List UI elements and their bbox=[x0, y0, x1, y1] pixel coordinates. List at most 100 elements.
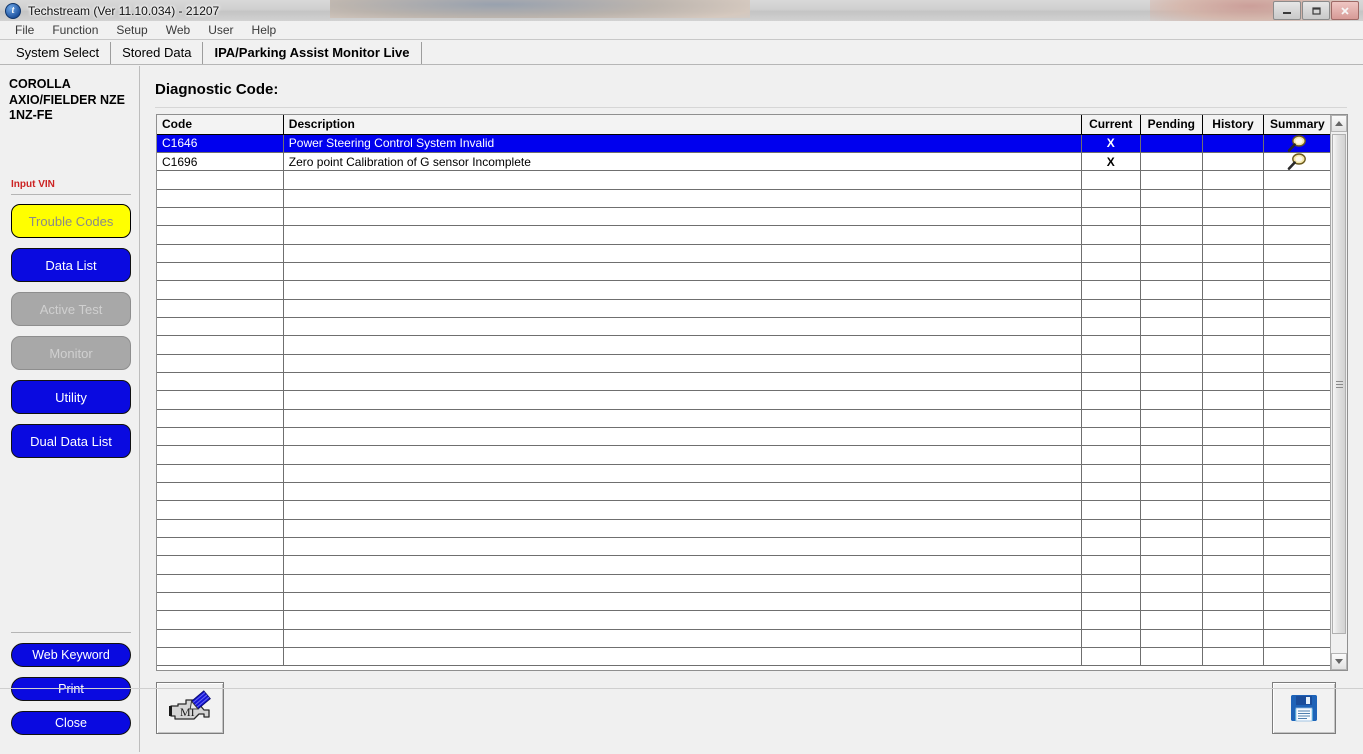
cell-code bbox=[157, 225, 284, 245]
table-row[interactable]: C1646 Power Steering Control System Inval… bbox=[157, 134, 1330, 153]
heading-divider bbox=[155, 107, 1347, 108]
restore-button[interactable] bbox=[1302, 1, 1330, 20]
cell-history bbox=[1202, 519, 1264, 539]
table-row-empty[interactable] bbox=[157, 207, 1330, 227]
scrollbar-thumb[interactable] bbox=[1332, 134, 1346, 634]
table-row-empty[interactable] bbox=[157, 372, 1330, 392]
table-row-empty[interactable] bbox=[157, 244, 1330, 263]
table-row[interactable]: C1696 Zero point Calibration of G sensor … bbox=[157, 152, 1330, 172]
table-row-empty[interactable] bbox=[157, 225, 1330, 245]
table-row-empty[interactable] bbox=[157, 610, 1330, 630]
cell-code bbox=[157, 574, 284, 594]
table-row-empty[interactable] bbox=[157, 317, 1330, 337]
cell-summary[interactable] bbox=[1263, 152, 1330, 172]
main-panel: Diagnostic Code: Code Description Curren… bbox=[141, 65, 1363, 754]
column-header-pending[interactable]: Pending bbox=[1140, 115, 1204, 135]
cell-description bbox=[283, 427, 1082, 447]
sidebar-button-close[interactable]: Close bbox=[11, 711, 131, 735]
titlebar-backdrop-blur bbox=[330, 0, 750, 18]
table-row-empty[interactable] bbox=[157, 170, 1330, 190]
cell-code bbox=[157, 610, 284, 630]
column-header-description[interactable]: Description bbox=[283, 115, 1082, 135]
table-row-empty[interactable] bbox=[157, 482, 1330, 502]
table-row-empty[interactable] bbox=[157, 500, 1330, 520]
cell-code bbox=[157, 519, 284, 539]
table-row-empty[interactable] bbox=[157, 555, 1330, 575]
table-vertical-scrollbar[interactable] bbox=[1330, 115, 1347, 670]
table-row-empty[interactable] bbox=[157, 629, 1330, 649]
cell-summary[interactable] bbox=[1263, 134, 1330, 153]
table-row-empty[interactable] bbox=[157, 299, 1330, 318]
table-row-empty[interactable] bbox=[157, 354, 1330, 373]
table-row-empty[interactable] bbox=[157, 335, 1330, 355]
mil-engine-check-button[interactable]: MI bbox=[156, 682, 224, 734]
sidebar-button-utility[interactable]: Utility bbox=[11, 380, 131, 414]
menu-bar: File Function Setup Web User Help bbox=[0, 21, 1363, 40]
save-button[interactable] bbox=[1272, 682, 1336, 734]
sidebar-button-dual-data-list[interactable]: Dual Data List bbox=[11, 424, 131, 458]
table-row-empty[interactable] bbox=[157, 390, 1330, 410]
diagnostic-code-table: Code Description Current Pending History… bbox=[157, 115, 1330, 667]
tab-stored-data[interactable]: Stored Data bbox=[111, 42, 204, 64]
table-row-empty[interactable] bbox=[157, 574, 1330, 594]
column-header-current[interactable]: Current bbox=[1081, 115, 1141, 135]
table-row-empty[interactable] bbox=[157, 189, 1330, 208]
magnifier-icon[interactable] bbox=[1283, 153, 1311, 170]
table-body: C1646 Power Steering Control System Inval… bbox=[157, 134, 1330, 667]
menu-setup[interactable]: Setup bbox=[107, 21, 156, 40]
menu-function[interactable]: Function bbox=[43, 21, 107, 40]
table-row-empty[interactable] bbox=[157, 647, 1330, 667]
table-row-empty[interactable] bbox=[157, 519, 1330, 539]
cell-history bbox=[1202, 152, 1264, 172]
minimize-button[interactable] bbox=[1273, 1, 1301, 20]
cell-history bbox=[1202, 372, 1264, 392]
column-header-summary[interactable]: Summary bbox=[1263, 115, 1330, 135]
table-row-empty[interactable] bbox=[157, 262, 1330, 282]
table-row-empty[interactable] bbox=[157, 427, 1330, 447]
window-title: Techstream (Ver 11.10.034) - 21207 bbox=[28, 3, 220, 18]
cell-history bbox=[1202, 629, 1264, 649]
cell-description bbox=[283, 390, 1082, 410]
cell-history bbox=[1202, 482, 1264, 502]
cell-code bbox=[157, 299, 284, 318]
column-header-code[interactable]: Code bbox=[157, 115, 284, 135]
table-row-empty[interactable] bbox=[157, 409, 1330, 429]
cell-summary bbox=[1263, 500, 1330, 520]
table-row-empty[interactable] bbox=[157, 445, 1330, 465]
sidebar-button-data-list[interactable]: Data List bbox=[11, 248, 131, 282]
menu-web[interactable]: Web bbox=[157, 21, 199, 40]
cell-history bbox=[1202, 354, 1264, 373]
sidebar-button-print[interactable]: Print bbox=[11, 677, 131, 701]
tab-bar: System Select Stored Data IPA/Parking As… bbox=[0, 40, 1363, 65]
table-row-empty[interactable] bbox=[157, 592, 1330, 612]
cell-pending bbox=[1140, 610, 1204, 630]
table-row-empty[interactable] bbox=[157, 537, 1330, 557]
menu-file[interactable]: File bbox=[6, 21, 43, 40]
scroll-down-arrow-icon[interactable] bbox=[1331, 653, 1347, 670]
cell-current bbox=[1081, 299, 1141, 318]
sidebar-button-trouble-codes[interactable]: Trouble Codes bbox=[11, 204, 131, 238]
menu-user[interactable]: User bbox=[199, 21, 242, 40]
cell-pending bbox=[1140, 244, 1204, 263]
close-button[interactable] bbox=[1331, 1, 1359, 20]
cell-summary bbox=[1263, 519, 1330, 539]
scroll-up-arrow-icon[interactable] bbox=[1331, 115, 1347, 132]
table-row-empty[interactable] bbox=[157, 464, 1330, 484]
cell-summary bbox=[1263, 482, 1330, 502]
tab-ipa-parking-assist-monitor-live[interactable]: IPA/Parking Assist Monitor Live bbox=[203, 42, 422, 64]
cell-pending bbox=[1140, 372, 1204, 392]
table-row-empty[interactable] bbox=[157, 280, 1330, 300]
cell-description bbox=[283, 225, 1082, 245]
magnifier-icon[interactable] bbox=[1283, 134, 1311, 152]
cell-code bbox=[157, 537, 284, 557]
sidebar-button-web-keyword[interactable]: Web Keyword bbox=[11, 643, 131, 667]
cell-history bbox=[1202, 409, 1264, 429]
techstream-window: t Techstream (Ver 11.10.034) - 21207 Fil… bbox=[0, 0, 1363, 754]
cell-code bbox=[157, 390, 284, 410]
vehicle-info: COROLLA AXIO/FIELDER NZE 1NZ-FE bbox=[9, 77, 125, 122]
input-vin-label[interactable]: Input VIN bbox=[11, 179, 55, 190]
column-header-history[interactable]: History bbox=[1202, 115, 1264, 135]
tab-system-select[interactable]: System Select bbox=[5, 42, 112, 64]
menu-help[interactable]: Help bbox=[243, 21, 286, 40]
cell-description bbox=[283, 207, 1082, 227]
